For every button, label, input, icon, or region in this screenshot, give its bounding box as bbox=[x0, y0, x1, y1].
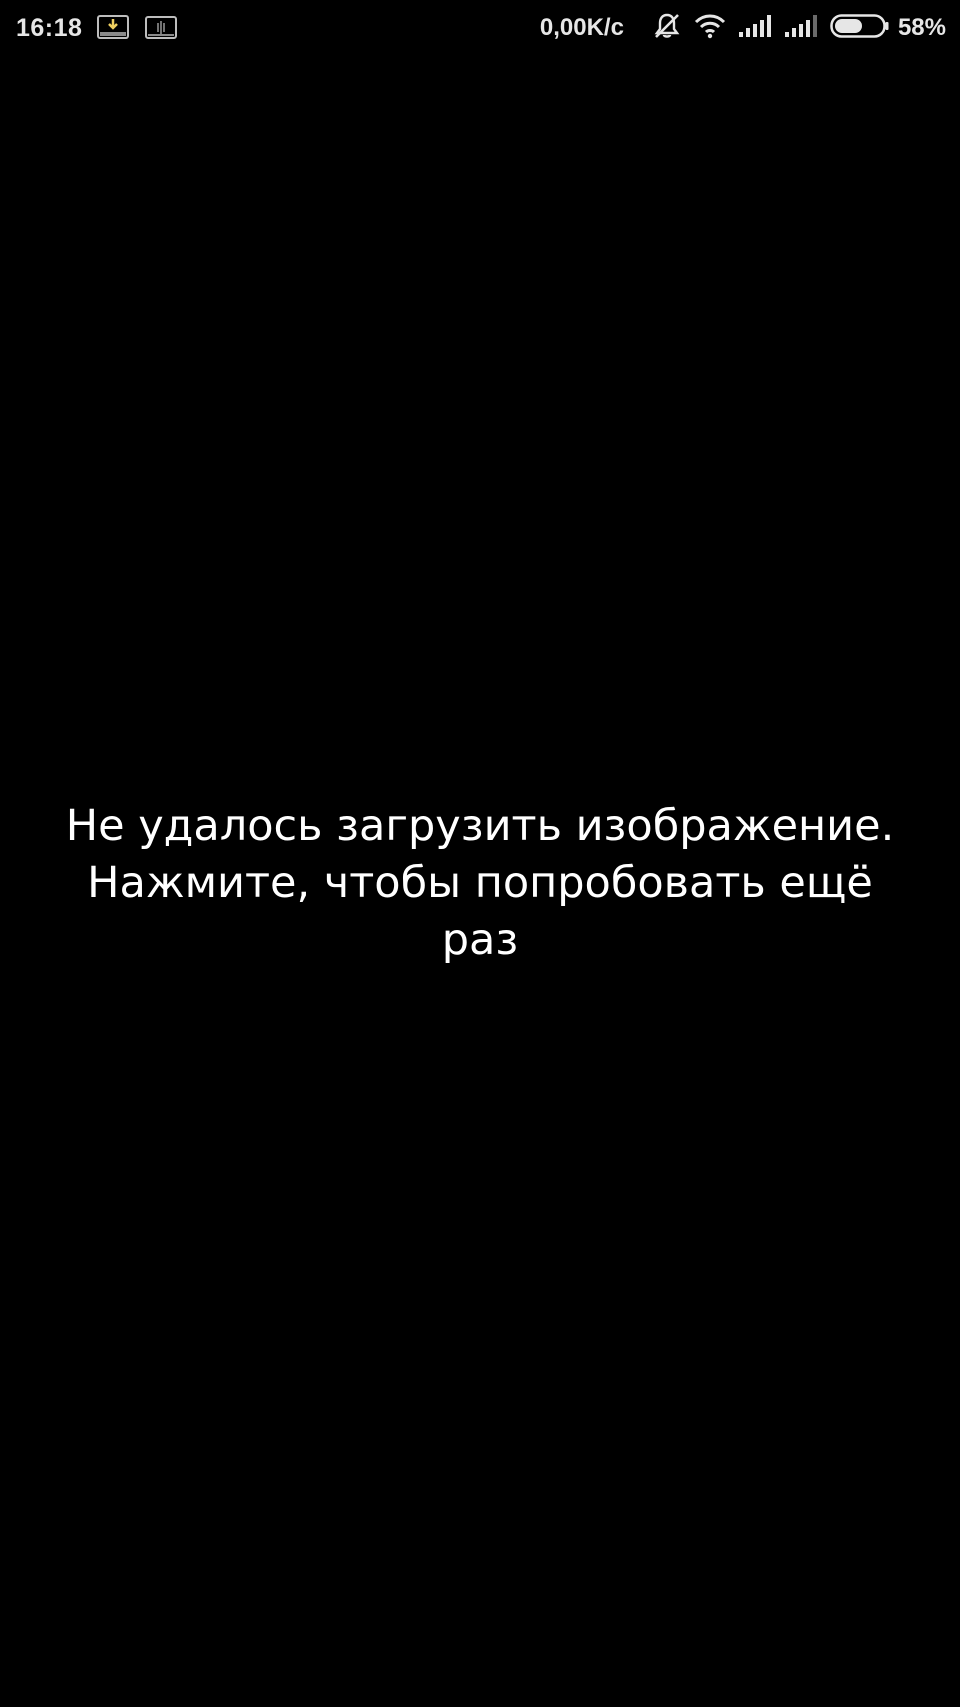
status-time: 16:18 bbox=[16, 13, 83, 42]
battery-percent: 58% bbox=[897, 14, 946, 41]
wifi-icon bbox=[694, 13, 726, 44]
battery-fill bbox=[834, 18, 862, 33]
load-error-retry-message[interactable]: Не удалось загрузить изображение. Нажмит… bbox=[40, 798, 920, 969]
signal-sim2-icon bbox=[784, 14, 818, 43]
download-notification-icon bbox=[96, 14, 130, 42]
error-line: Нажмите, чтобы попробовать ещё bbox=[87, 858, 873, 908]
mute-icon bbox=[652, 11, 682, 46]
status-bar-left: 16:18 bbox=[16, 14, 178, 43]
error-line: раз bbox=[441, 915, 519, 965]
status-bar: 16:18 0,00K/c 58% bbox=[0, 0, 960, 56]
network-speed: 0,00K/c bbox=[539, 14, 624, 41]
status-bar-right: 0,00K/c 58% bbox=[540, 11, 946, 46]
error-line: Не удалось загрузить изображение. bbox=[65, 801, 895, 851]
battery-icon bbox=[830, 13, 890, 44]
signal-sim1-icon bbox=[738, 14, 772, 43]
screen-notification-icon bbox=[144, 14, 178, 42]
